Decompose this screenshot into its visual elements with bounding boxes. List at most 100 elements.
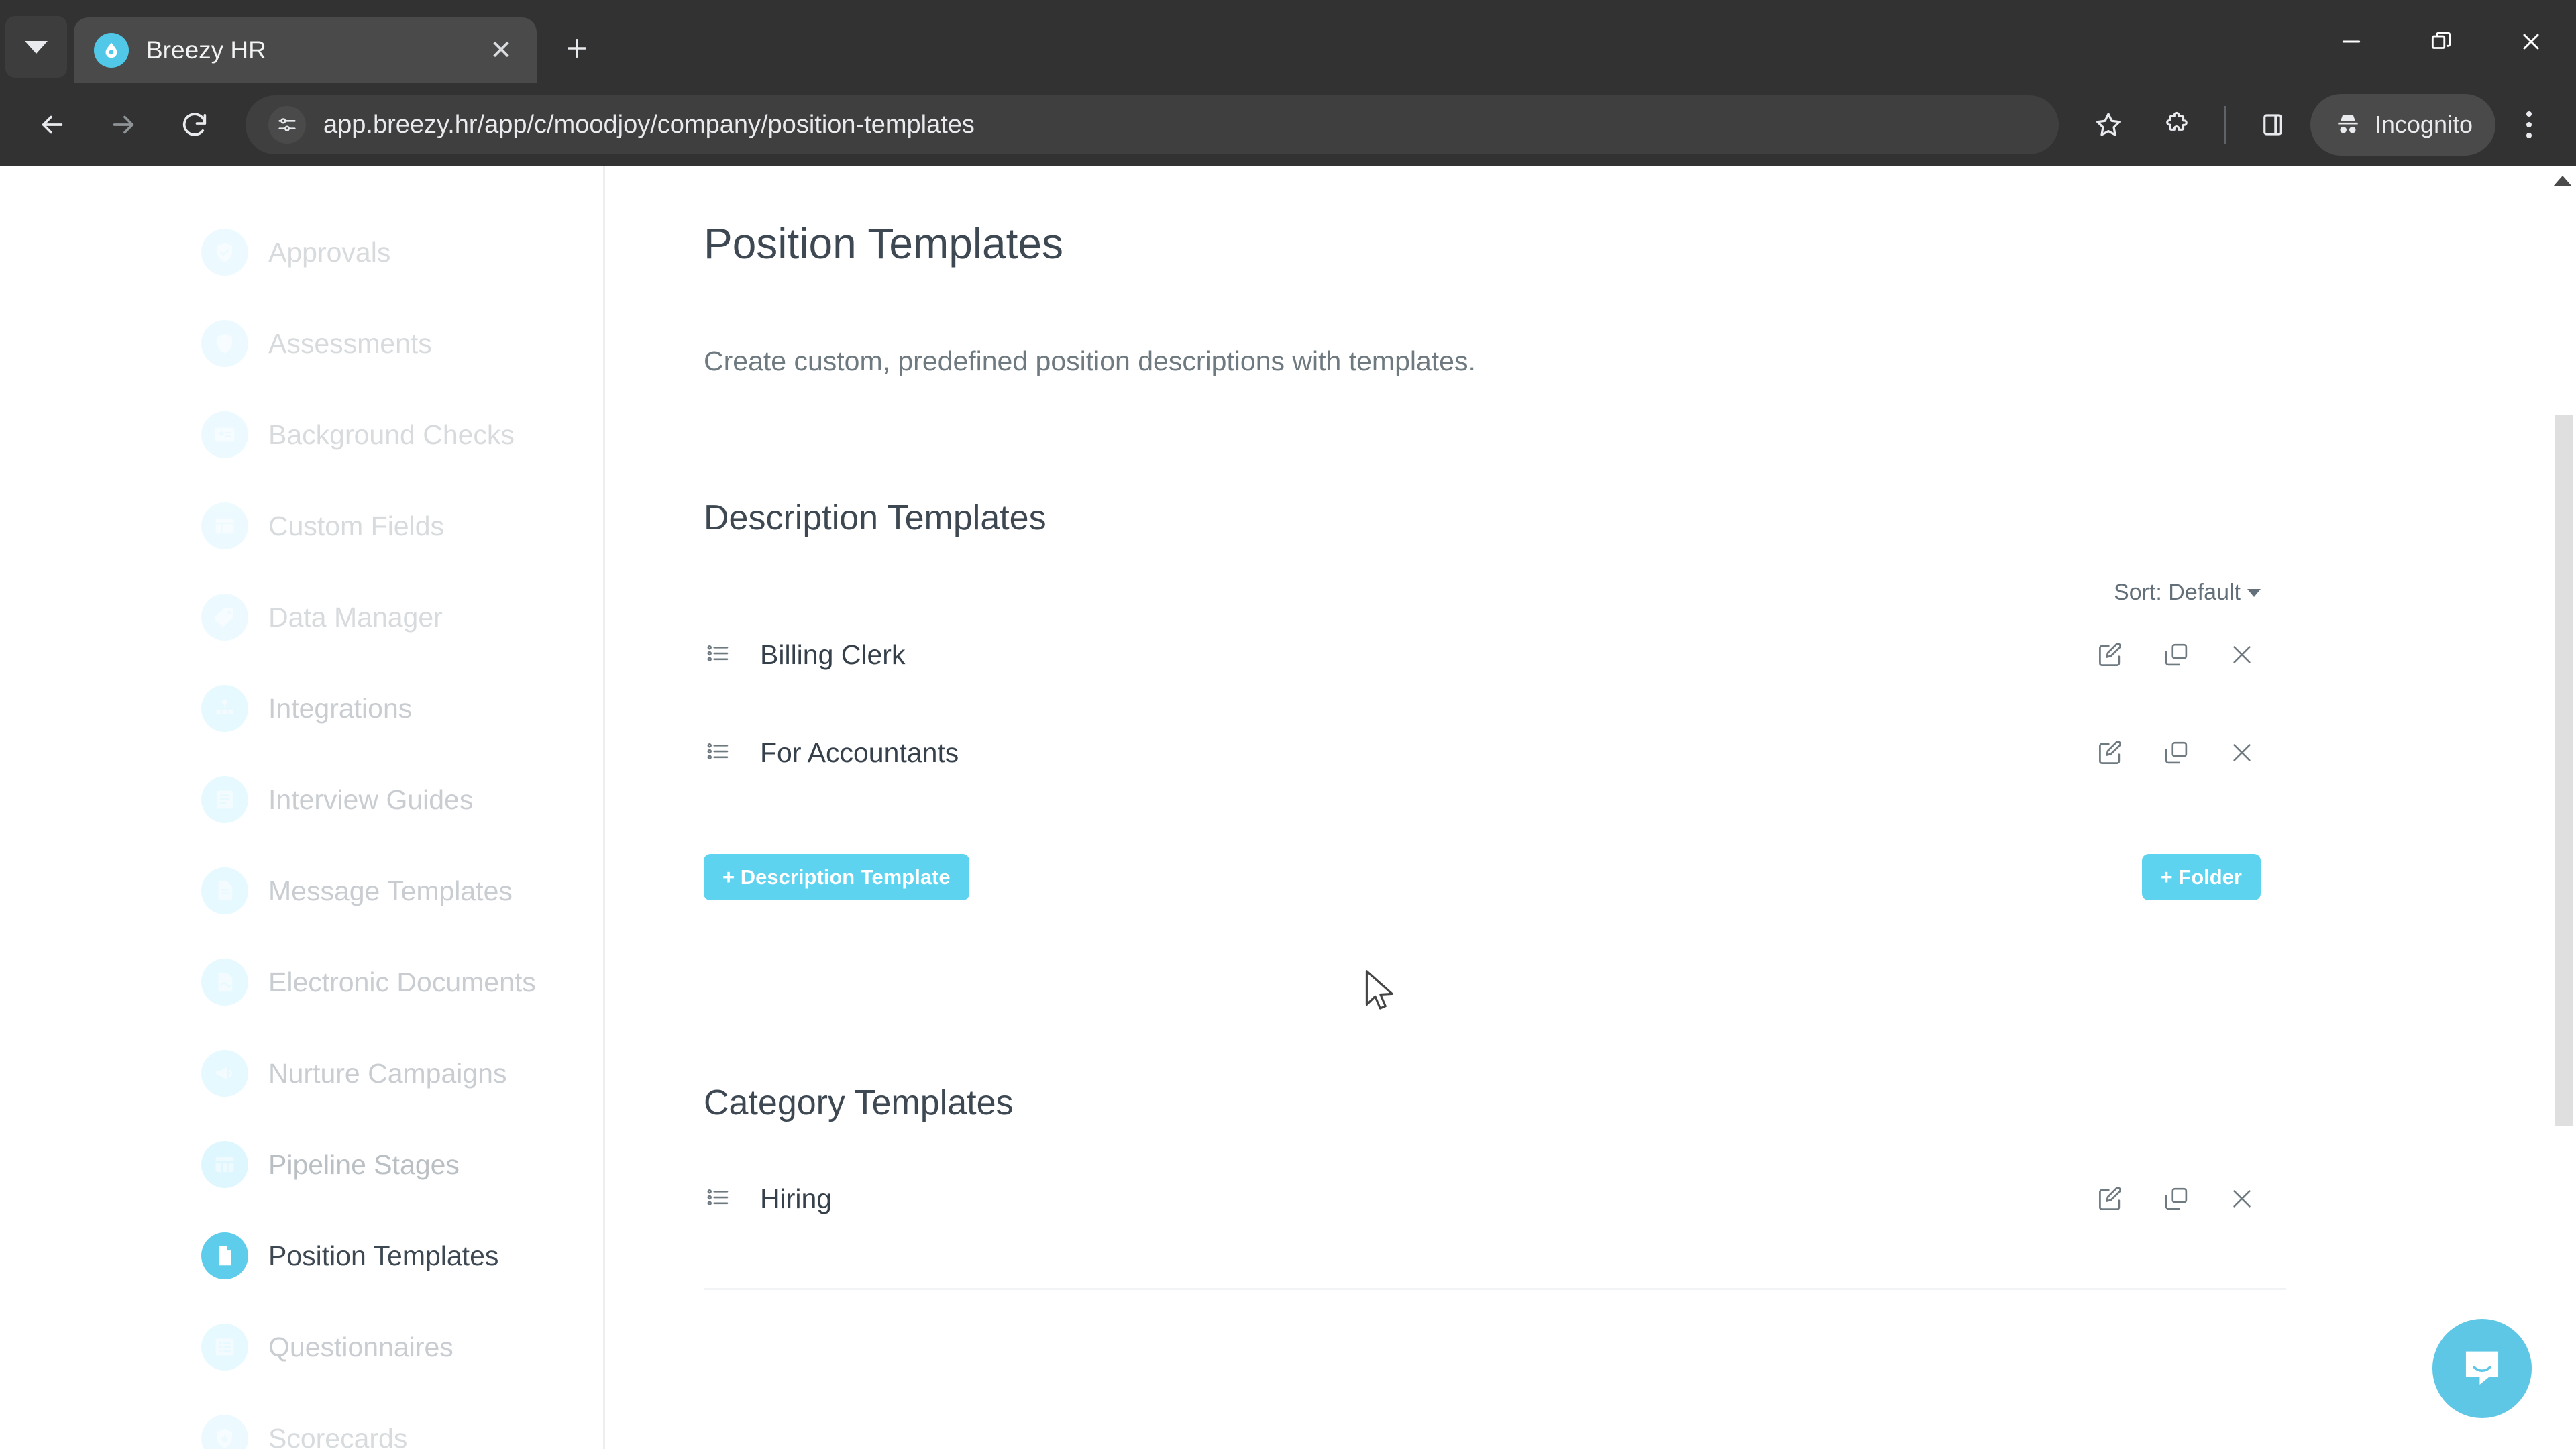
tab-search-button[interactable] [5,16,67,78]
reload-button[interactable] [162,93,227,157]
sidebar-item-label: Background Checks [268,419,515,450]
close-x-icon[interactable] [2223,1180,2261,1218]
sidebar-item-message-templates[interactable]: Message Templates [0,845,603,936]
sidebar-item-interview-guides[interactable]: Interview Guides [0,754,603,845]
edit-pencil-icon[interactable] [2092,734,2129,771]
sort-label: Sort: Default [2114,580,2241,605]
incognito-label: Incognito [2374,111,2473,138]
sidebar-item-label: Electronic Documents [268,966,536,998]
duplicate-icon[interactable] [2157,1180,2195,1218]
description-templates-heading: Description Templates [704,498,1046,537]
star-badge-icon [201,1415,248,1449]
sidebar-item-label: Scorecards [268,1422,408,1449]
toolbar-divider [2223,106,2226,144]
add-folder-button[interactable]: + Folder [2141,854,2261,900]
browser-tab[interactable]: Breezy HR ✕ [74,17,537,83]
page-viewport: Approvals Assessments Background Checks … [0,166,2576,1449]
sort-dropdown[interactable]: Sort: Default [2114,580,2261,606]
id-card-icon [201,411,248,458]
sidebar-item-scorecards[interactable]: Scorecards [0,1393,603,1449]
new-tab-button[interactable] [549,20,605,76]
sidebar-item-label: Position Templates [268,1240,499,1271]
page-subtitle: Create custom, predefined position descr… [704,345,1476,376]
sidebar-item-integrations[interactable]: Integrations [0,663,603,754]
row-actions [2092,734,2261,771]
bulleted-list-icon [704,737,732,769]
template-row-left: For Accountants [704,737,2092,769]
table-row[interactable]: For Accountants [655,704,2293,802]
incognito-hat-icon [2338,115,2358,133]
add-description-template-button[interactable]: + Description Template [704,854,969,900]
sidebar-item-label: Assessments [268,327,432,359]
caret-down-icon [2247,588,2261,597]
star-icon[interactable] [2078,94,2139,156]
side-panel-icon[interactable] [2242,94,2304,156]
sidebar-item-questionnaires[interactable]: Questionnaires [0,1301,603,1393]
document-text-icon [201,867,248,914]
bulleted-list-icon [704,639,732,671]
sidebar-item-label: Message Templates [268,875,513,906]
menu-dot [2526,122,2532,127]
list-check-icon [201,1324,248,1371]
tab-title: Breezy HR [146,36,266,64]
restore-icon[interactable] [2396,0,2486,83]
close-icon[interactable] [2486,0,2576,83]
three-dot-menu-icon[interactable] [2502,94,2556,156]
shield-check-icon [201,229,248,276]
minimize-icon[interactable] [2306,0,2396,83]
tune-settings-icon[interactable] [268,106,306,144]
scrollbar-thumb[interactable] [2555,415,2573,1126]
edit-pencil-icon[interactable] [2092,636,2129,674]
sidebar-item-label: Nurture Campaigns [268,1057,507,1089]
sidebar-item-custom-fields[interactable]: Custom Fields [0,480,603,572]
incognito-indicator[interactable]: Incognito [2310,94,2496,156]
sidebar-item-nurture-campaigns[interactable]: Nurture Campaigns [0,1028,603,1119]
browser-toolbar: app.breezy.hr/app/c/moodjoy/company/posi… [0,83,2576,166]
book-list-icon [201,776,248,823]
sidebar-item-label: Custom Fields [268,510,445,541]
sidebar-item-background-checks[interactable]: Background Checks [0,389,603,480]
row-actions [2092,636,2261,674]
sidebar-item-assessments[interactable]: Assessments [0,298,603,389]
section-divider [704,1288,2286,1290]
sidebar-item-position-templates[interactable]: Position Templates [0,1210,603,1301]
address-bar[interactable]: app.breezy.hr/app/c/moodjoy/company/posi… [246,95,2059,154]
page-scrollbar[interactable] [2549,166,2576,1449]
description-actions-row: + Description Template + Folder [655,854,2293,900]
close-x-icon[interactable] [2223,636,2261,674]
forward-button[interactable] [91,93,156,157]
url-text[interactable]: app.breezy.hr/app/c/moodjoy/company/posi… [323,111,975,140]
template-name: Hiring [760,1183,833,1214]
sidebar-item-label: Questionnaires [268,1331,453,1362]
edit-pencil-icon[interactable] [2092,1180,2129,1218]
scroll-up-button[interactable] [2549,166,2576,196]
close-x-icon[interactable] [2223,734,2261,771]
sidebar-item-label: Pipeline Stages [268,1148,460,1180]
duplicate-icon[interactable] [2157,734,2195,771]
plug-network-icon [201,685,248,732]
chat-bubble-icon [2465,1351,2499,1385]
duplicate-icon[interactable] [2157,636,2195,674]
chevron-down-icon [25,40,48,54]
template-name: For Accountants [760,737,959,768]
sidebar-item-pipeline-stages[interactable]: Pipeline Stages [0,1119,603,1210]
menu-dot [2526,111,2532,117]
back-button[interactable] [20,93,85,157]
table-row[interactable]: Hiring [655,1150,2293,1248]
tab-close-icon[interactable]: ✕ [483,32,519,68]
puzzle-piece-icon[interactable] [2146,94,2208,156]
window-controls [2306,0,2576,83]
form-fields-icon [201,502,248,549]
sidebar-item-label: Integrations [268,692,413,724]
sidebar-item-label: Approvals [268,236,391,268]
intercom-chat-button[interactable] [2432,1319,2532,1418]
main-content: Position Templates Create custom, predef… [607,166,2341,1449]
template-row-left: Hiring [704,1183,2092,1215]
table-row[interactable]: Billing Clerk [655,606,2293,704]
category-templates-heading: Category Templates [704,1083,1014,1122]
signed-doc-icon [201,959,248,1006]
sidebar-item-electronic-documents[interactable]: Electronic Documents [0,936,603,1028]
sidebar-item-data-manager[interactable]: Data Manager [0,572,603,663]
sidebar-item-approvals[interactable]: Approvals [0,207,603,298]
columns-icon [201,1141,248,1188]
